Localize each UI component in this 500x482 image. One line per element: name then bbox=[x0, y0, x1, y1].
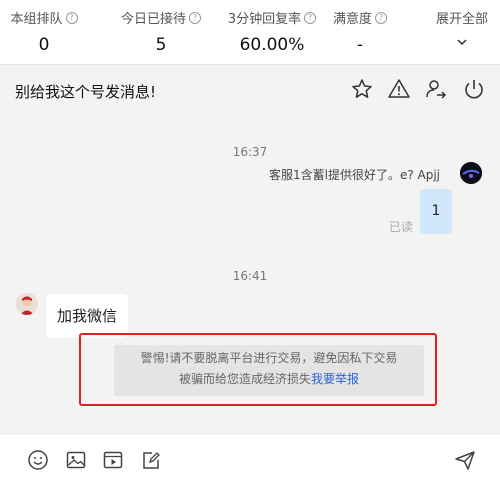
transfer-user-icon[interactable] bbox=[424, 77, 448, 101]
warning-highlight-box: 警惕!请不要脱离平台进行交易，避免因私下交易 被骗而给您造成经济损失我要举报 bbox=[79, 333, 437, 406]
warning-text-line1: 警惕!请不要脱离平台进行交易，避免因私下交易 bbox=[140, 351, 398, 365]
send-icon[interactable] bbox=[454, 449, 476, 471]
customer-message-bubble: 加我微信 bbox=[46, 294, 128, 338]
stat-reply-rate-label: 3分钟回复率 bbox=[227, 12, 302, 27]
stat-queue-value: 0 bbox=[38, 35, 50, 55]
help-icon[interactable]: ? bbox=[65, 11, 78, 24]
help-icon[interactable]: ? bbox=[189, 11, 201, 24]
message-timestamp: 16:37 bbox=[232, 145, 268, 159]
customer-avatar[interactable] bbox=[16, 293, 38, 315]
warning-notice: 警惕!请不要脱离平台进行交易，避免因私下交易 被骗而给您造成经济损失我要举报 bbox=[114, 345, 424, 396]
stat-satisfaction-value: - bbox=[356, 35, 364, 55]
star-icon[interactable] bbox=[350, 77, 374, 101]
warning-text-line2: 被骗而给您造成经济损失 bbox=[178, 372, 311, 386]
composer-toolbar bbox=[0, 435, 500, 482]
help-icon[interactable]: ? bbox=[375, 11, 387, 24]
power-icon[interactable] bbox=[462, 77, 486, 101]
stat-reply-rate: 3分钟回复率? 60.00% bbox=[222, 8, 322, 55]
edit-note-icon[interactable] bbox=[140, 449, 162, 471]
chevron-down-icon[interactable] bbox=[428, 33, 496, 53]
message-timestamp: 16:41 bbox=[232, 269, 268, 283]
chat-panel: 别给我这个号发消息! 16:37 客服1含蓄l提供很好了。e? Apjj 1 已… bbox=[0, 65, 500, 435]
help-icon[interactable]: ? bbox=[304, 11, 317, 24]
video-icon[interactable] bbox=[102, 449, 124, 471]
warning-icon[interactable] bbox=[387, 77, 411, 101]
stat-queue: 本组排队? 0 bbox=[6, 8, 82, 55]
agent-avatar[interactable] bbox=[460, 162, 482, 184]
expand-all-button[interactable]: 展开全部 bbox=[428, 8, 496, 53]
stat-satisfaction: 满意度? - bbox=[328, 8, 392, 55]
chat-title: 别给我这个号发消息! bbox=[15, 83, 157, 101]
agent-name: 客服1含蓄l提供很好了。e? Apjj bbox=[268, 168, 440, 182]
stat-received-value: 5 bbox=[155, 35, 167, 55]
stat-received-today: 今日已接待? 5 bbox=[112, 8, 210, 55]
emoji-icon[interactable] bbox=[27, 449, 49, 471]
expand-all-label: 展开全部 bbox=[435, 12, 488, 27]
stat-satisfaction-label: 满意度 bbox=[332, 12, 372, 27]
read-status: 已读 bbox=[389, 220, 414, 234]
stats-bar: 本组排队? 0 今日已接待? 5 3分钟回复率? 60.00% 满意度? - 展… bbox=[0, 0, 500, 64]
report-link[interactable]: 我要举报 bbox=[311, 372, 359, 386]
image-icon[interactable] bbox=[65, 449, 87, 471]
stat-received-label: 今日已接待 bbox=[120, 12, 186, 27]
stat-reply-rate-value: 60.00% bbox=[239, 35, 305, 55]
stat-queue-label: 本组排队 bbox=[10, 12, 63, 27]
agent-message-bubble: 1 bbox=[420, 189, 452, 234]
